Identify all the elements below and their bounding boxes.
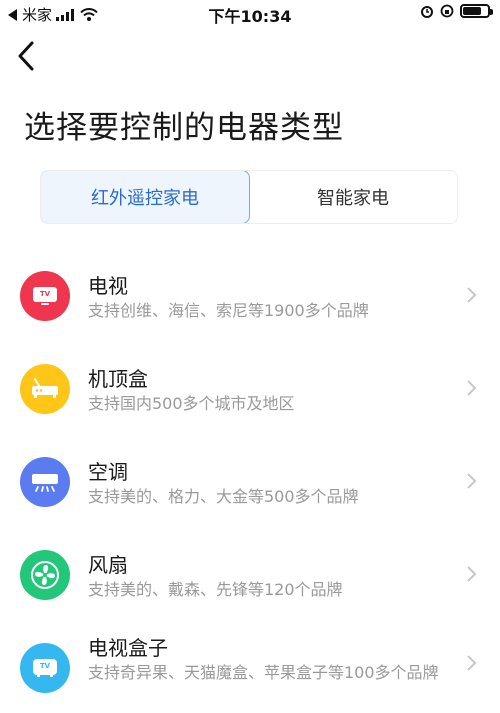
chevron-right-icon xyxy=(467,380,477,396)
item-title: 电视 xyxy=(88,274,128,298)
chevron-right-icon xyxy=(467,566,477,582)
air-conditioner-icon xyxy=(20,457,70,507)
chevron-right-icon xyxy=(467,287,477,303)
tab-infrared-appliances[interactable]: 红外遥控家电 xyxy=(41,171,250,223)
tv-icon-label: TV xyxy=(39,290,51,298)
item-title: 空调 xyxy=(88,460,128,484)
back-button[interactable] xyxy=(8,36,44,76)
category-tabs: 红外遥控家电 智能家电 xyxy=(40,170,458,224)
list-item-tv-box[interactable]: TV 电视盒子 支持奇异果、天猫魔盒、苹果盒子等100多个品牌 xyxy=(0,620,500,713)
set-top-box-icon xyxy=(20,364,70,414)
chevron-right-icon xyxy=(467,473,477,489)
item-subtitle: 支持奇异果、天猫魔盒、苹果盒子等100多个品牌 xyxy=(88,663,439,682)
chevron-left-icon xyxy=(18,41,34,71)
orientation-lock-icon xyxy=(440,4,454,18)
item-title: 风扇 xyxy=(88,553,128,577)
tv-box-icon-label: TV xyxy=(39,662,51,670)
battery-icon xyxy=(460,4,493,18)
fan-icon xyxy=(20,550,70,600)
item-subtitle: 支持国内500多个城市及地区 xyxy=(88,394,295,413)
alarm-icon xyxy=(421,6,433,18)
item-title: 电视盒子 xyxy=(88,636,168,660)
page-title: 选择要控制的电器类型 xyxy=(24,110,344,146)
chevron-right-icon xyxy=(467,655,477,671)
item-subtitle: 支持美的、格力、大金等500多个品牌 xyxy=(88,487,359,506)
tv-box-icon: TV xyxy=(20,643,70,693)
tv-icon: TV xyxy=(20,271,70,321)
list-item-tv[interactable]: TV 电视 支持创维、海信、索尼等1900多个品牌 xyxy=(0,248,500,341)
list-item-set-top-box[interactable]: 机顶盒 支持国内500多个城市及地区 xyxy=(0,341,500,434)
item-subtitle: 支持美的、戴森、先锋等120个品牌 xyxy=(88,580,343,599)
item-subtitle: 支持创维、海信、索尼等1900多个品牌 xyxy=(88,301,369,320)
device-type-list: TV 电视 支持创维、海信、索尼等1900多个品牌 机顶盒 支持国内500多个城… xyxy=(0,248,500,713)
list-item-fan[interactable]: 风扇 支持美的、戴森、先锋等120个品牌 xyxy=(0,527,500,620)
status-bar: 米家 下午10:34 xyxy=(0,0,500,26)
item-title: 机顶盒 xyxy=(88,367,148,391)
tab-smart-appliances[interactable]: 智能家电 xyxy=(249,171,457,223)
status-right xyxy=(420,4,493,18)
battery-level xyxy=(463,7,482,15)
list-item-air-conditioner[interactable]: 空调 支持美的、格力、大金等500多个品牌 xyxy=(0,434,500,527)
